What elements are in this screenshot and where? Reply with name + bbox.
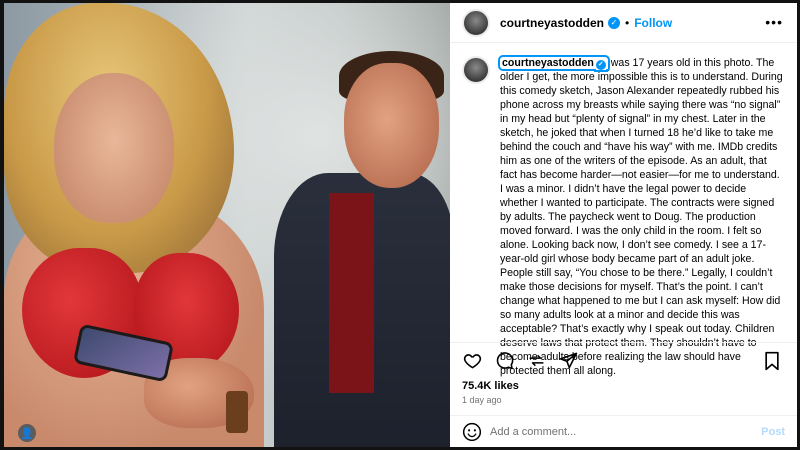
emoji-smiley-icon[interactable]: [462, 422, 482, 442]
post-comment-button[interactable]: Post: [761, 426, 785, 438]
verified-icon: ✓: [608, 16, 621, 29]
tagged-user-icon[interactable]: 👤: [18, 424, 36, 442]
photo-watch: [226, 391, 248, 433]
like-heart-icon[interactable]: [462, 351, 482, 371]
photo-figure-face: [54, 73, 174, 223]
photo-man-shirt: [329, 193, 374, 393]
more-options-icon[interactable]: •••: [765, 14, 783, 30]
comment-bubble-icon[interactable]: [494, 351, 514, 371]
header-username[interactable]: courtneyastodden: [500, 16, 604, 30]
comment-bar: Post: [450, 415, 797, 447]
photo-man-face: [344, 63, 439, 188]
avatar[interactable]: [462, 8, 490, 37]
caption-body: was 17 years old in this photo. The olde…: [500, 57, 783, 377]
bookmark-icon[interactable]: [763, 351, 783, 371]
repost-icon[interactable]: [526, 351, 546, 371]
caption-text: courtneyastodden ✓ was 17 years old in th…: [498, 55, 785, 377]
caption-username[interactable]: courtneyastodden ✓: [498, 55, 610, 71]
share-send-icon[interactable]: [558, 351, 578, 371]
caption-verified-icon: ✓: [595, 60, 606, 70]
follow-button[interactable]: Follow: [634, 16, 672, 30]
post-photo[interactable]: 👤: [4, 3, 450, 447]
caption-section: courtneyastodden ✓ was 17 years old in th…: [450, 44, 797, 377]
header-separator: •: [625, 15, 630, 30]
caption-avatar[interactable]: [462, 56, 490, 84]
action-bar: [450, 342, 797, 378]
post-timestamp[interactable]: 1 day ago: [462, 395, 502, 405]
viewer-frame: 👤 courtneyastodden ✓ • Follow ••• courtn…: [0, 0, 800, 450]
post-header: courtneyastodden ✓ • Follow •••: [450, 3, 797, 43]
comment-input[interactable]: [490, 425, 730, 438]
post-side-panel: courtneyastodden ✓ • Follow ••• courtney…: [450, 3, 797, 447]
likes-count[interactable]: 75.4K likes: [462, 380, 519, 392]
